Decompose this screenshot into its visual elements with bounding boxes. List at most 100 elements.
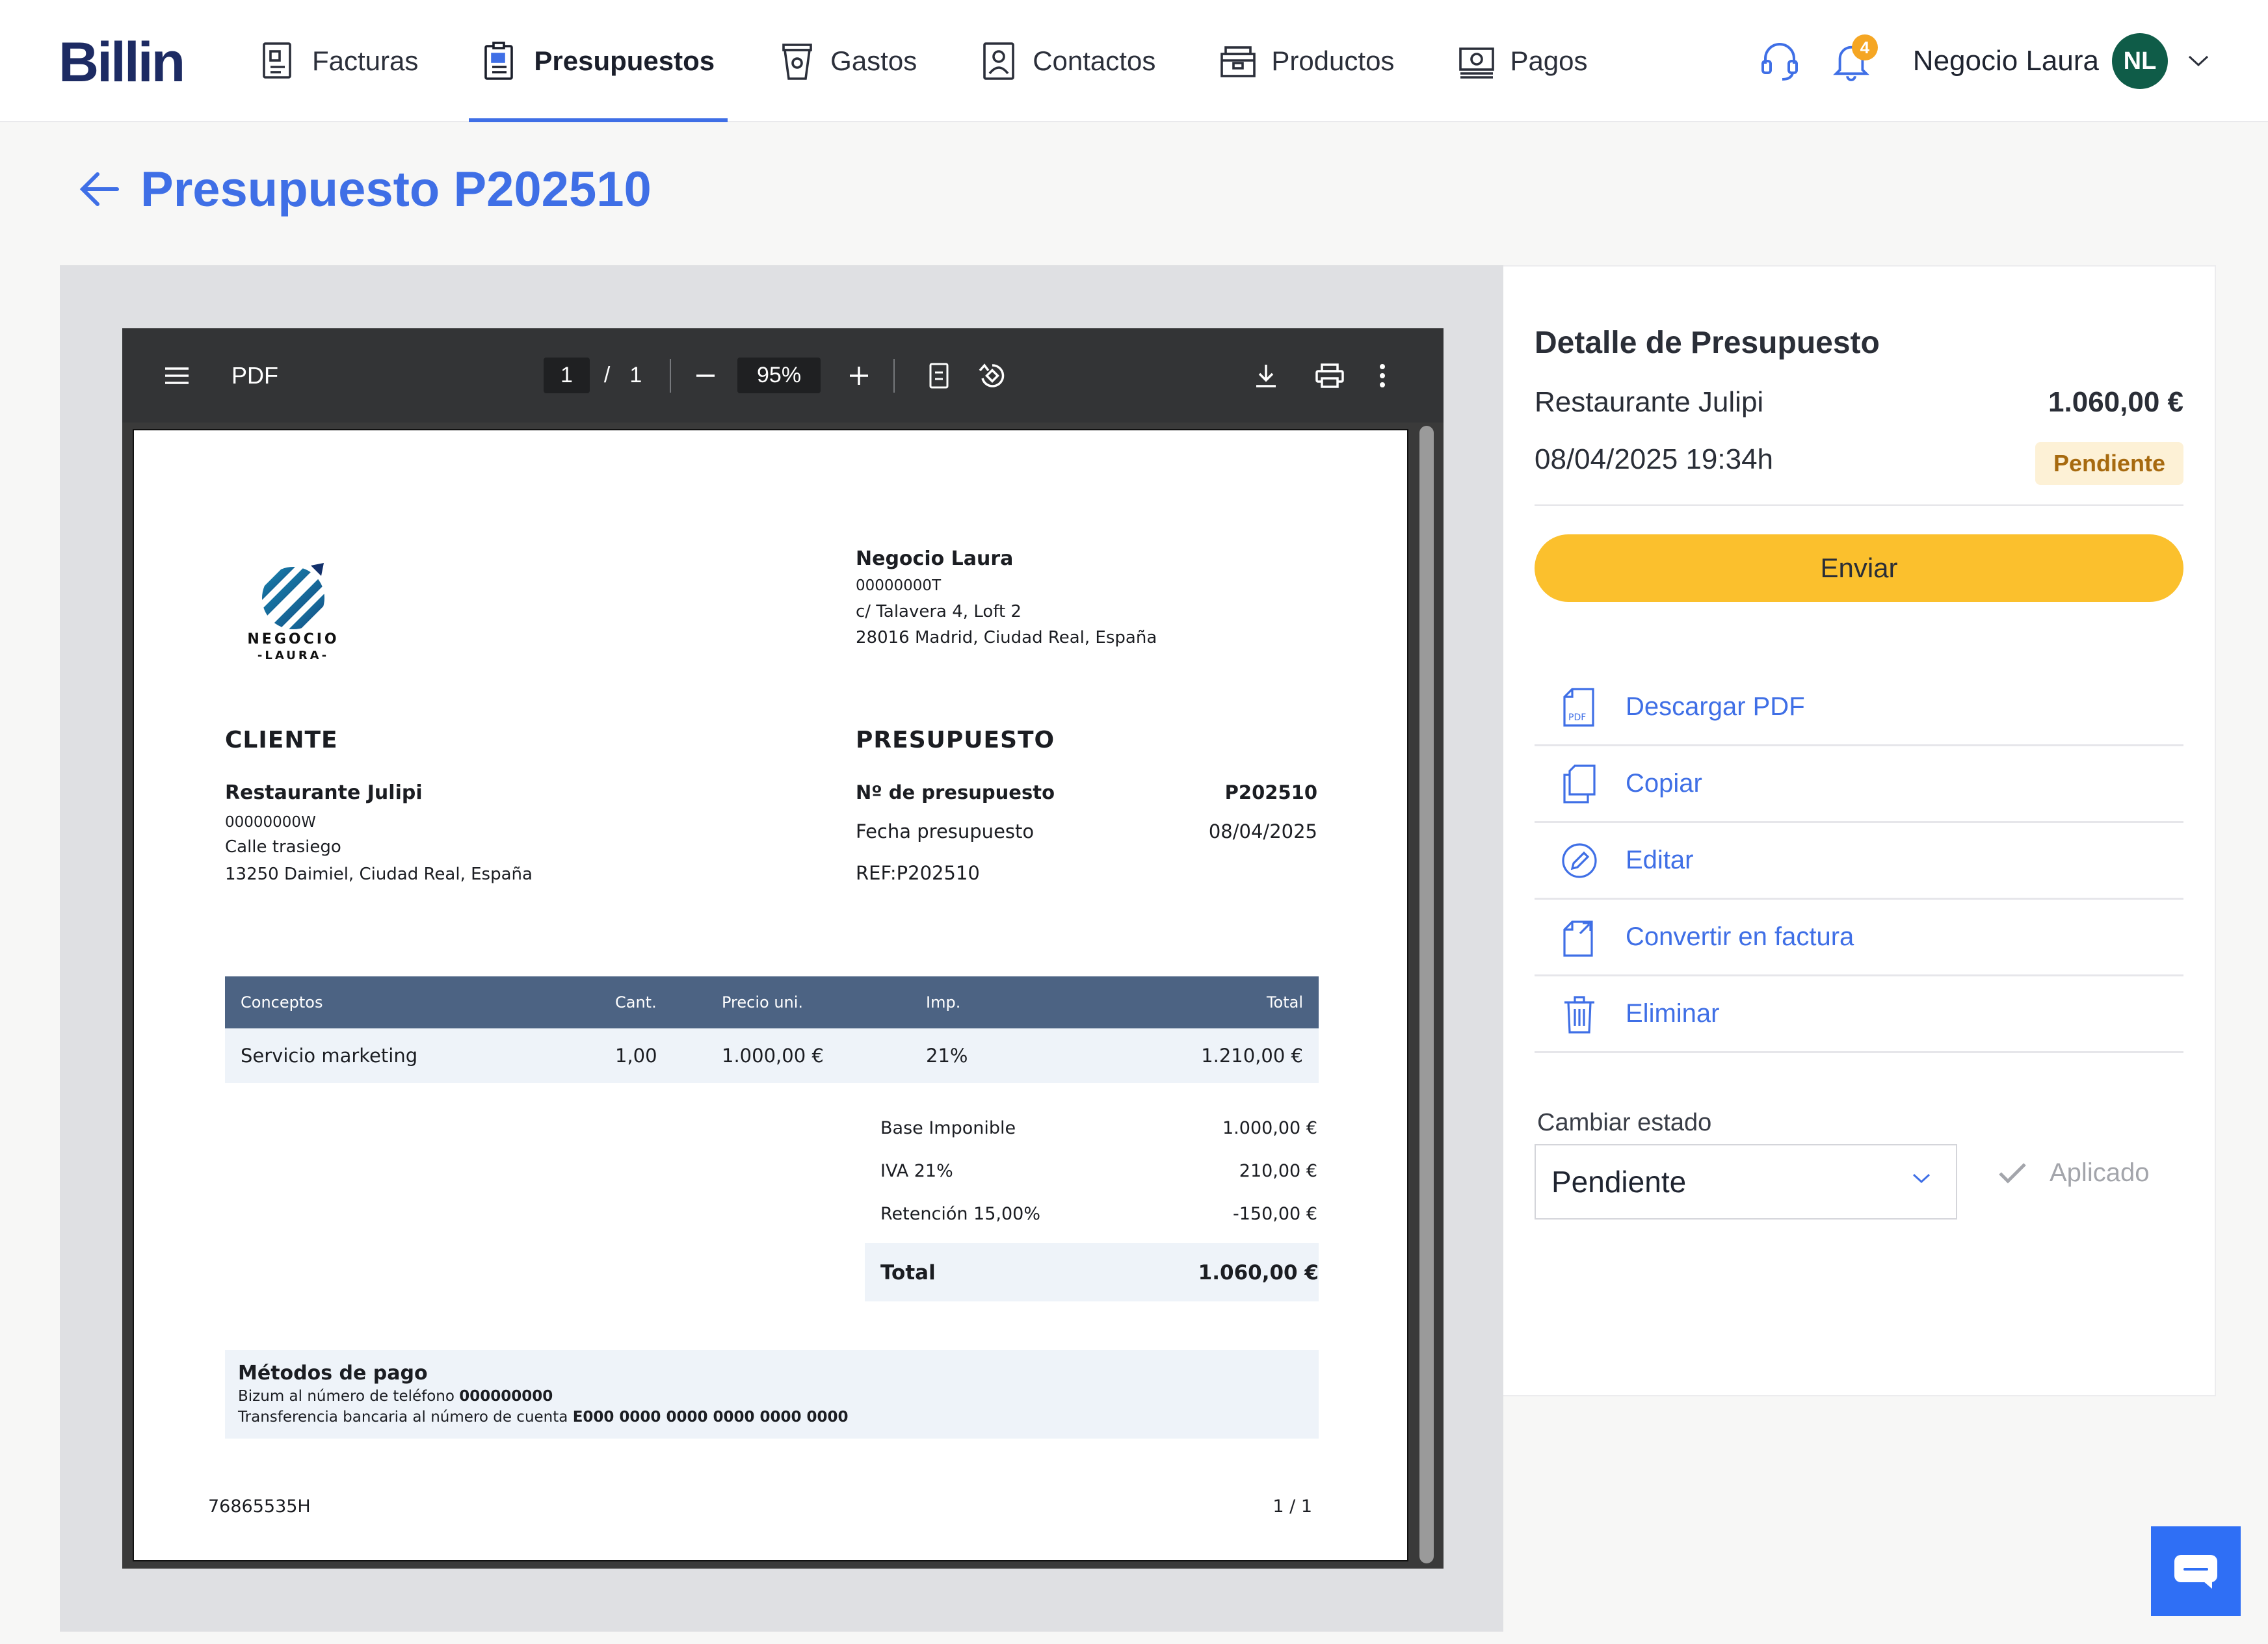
budget-number: P202510: [1224, 781, 1317, 803]
edit-action[interactable]: Editar: [1535, 823, 2183, 900]
notification-count-badge: 4: [1851, 34, 1878, 60]
rotate-icon: [979, 363, 1005, 387]
action-label: Convertir en factura: [1626, 922, 1854, 951]
pdf-scrollbar[interactable]: [1419, 426, 1434, 1563]
pdf-download-button[interactable]: [1254, 328, 1278, 423]
rotate-button[interactable]: [978, 328, 1007, 423]
column-header: Imp.: [926, 993, 961, 1011]
main-menu: Facturas Presupuestos Gastos Contactos P…: [247, 0, 1639, 122]
edit-pencil-icon: [1562, 842, 1597, 878]
page-title: Presupuesto P202510: [140, 162, 652, 217]
actions-list: PDF Descargar PDF Copiar Editar Converti…: [1535, 670, 2183, 1053]
zoom-in-button[interactable]: [848, 328, 870, 423]
send-button[interactable]: Enviar: [1535, 534, 2183, 602]
panel-client-row: Restaurante Julipi 1.060,00 €: [1535, 386, 2183, 419]
nav-item-gastos[interactable]: Gastos: [765, 0, 930, 122]
table-header: Conceptos Cant. Precio uni. Imp. Total: [225, 976, 1319, 1028]
contact-icon: [983, 42, 1015, 80]
billin-logo[interactable]: Billin: [59, 31, 185, 94]
download-pdf-action[interactable]: PDF Descargar PDF: [1535, 670, 2183, 746]
nav-item-pagos[interactable]: Pagos: [1445, 0, 1600, 122]
pdf-page: NEGOCIO -LAURA- Negocio Laura 00000000T …: [133, 429, 1408, 1561]
client-address: Calle trasiego: [225, 837, 341, 857]
budget-icon: [484, 42, 514, 80]
budget-heading: PRESUPUESTO: [856, 727, 1055, 753]
pdf-toolbar: PDF 1 / 1 95%: [122, 328, 1444, 423]
table-cell: 1,00: [615, 1045, 657, 1067]
payment-label: Bizum al número de teléfono: [238, 1388, 455, 1405]
summary-value: -150,00 €: [1233, 1204, 1317, 1224]
notifications-button[interactable]: 4: [1828, 34, 1878, 84]
nav-label: Pagos: [1510, 46, 1588, 76]
pdf-print-button[interactable]: [1315, 328, 1345, 423]
company-address: c/ Talavera 4, Loft 2: [856, 602, 1022, 621]
budget-date-label: Fecha presupuesto: [856, 820, 1035, 842]
copy-action[interactable]: Copiar: [1535, 746, 2183, 823]
budget-reference: REF:P202510: [856, 862, 980, 884]
budget-detail-panel: Detalle de Presupuesto Restaurante Julip…: [1503, 265, 2216, 1396]
nav-item-facturas[interactable]: Facturas: [247, 0, 431, 122]
top-navigation: Billin Facturas Presupuestos Gastos Cont…: [0, 0, 2268, 122]
total-box: Total 1.060,00 €: [865, 1243, 1319, 1301]
nav-label: Gastos: [830, 46, 917, 76]
back-arrow-icon[interactable]: [77, 166, 122, 212]
logo-text-2: -LAURA-: [257, 649, 329, 662]
nav-label: Contactos: [1033, 46, 1156, 76]
nav-item-productos[interactable]: Productos: [1206, 0, 1407, 122]
printer-icon: [1315, 363, 1344, 388]
chevron-down-icon: [1912, 1173, 1931, 1184]
column-header: Total: [1266, 993, 1303, 1011]
pdf-title: PDF: [231, 361, 278, 389]
apply-button[interactable]: Aplicado: [1998, 1158, 2149, 1188]
action-label: Descargar PDF: [1626, 692, 1805, 721]
client-name: Restaurante Julipi: [225, 781, 423, 804]
company-name: Negocio Laura: [856, 547, 1014, 570]
budget-number-label: Nº de presupuesto: [856, 781, 1055, 803]
column-header: Precio uni.: [722, 993, 804, 1011]
chat-bubble-icon: [2174, 1555, 2217, 1589]
column-header: Conceptos: [241, 993, 323, 1011]
nav-item-contactos[interactable]: Contactos: [968, 0, 1168, 122]
panel-amount: 1.060,00 €: [2048, 386, 2183, 418]
svg-text:PDF: PDF: [1568, 712, 1586, 723]
total-value: 1.060,00 €: [1198, 1261, 1319, 1285]
zoom-out-button[interactable]: [694, 328, 717, 423]
download-icon: [1256, 364, 1276, 387]
divider: [1535, 504, 2183, 506]
nav-item-presupuestos[interactable]: Presupuestos: [469, 0, 728, 122]
nav-label: Facturas: [312, 46, 419, 76]
chevron-down-icon[interactable]: [2187, 55, 2209, 68]
delete-action[interactable]: Eliminar: [1535, 976, 2183, 1053]
convert-to-invoice-action[interactable]: Convertir en factura: [1535, 900, 2183, 976]
action-label: Copiar: [1626, 769, 1702, 798]
user-name[interactable]: Negocio Laura: [1913, 45, 2099, 77]
column-header: Cant.: [615, 993, 657, 1011]
avatar[interactable]: NL: [2112, 33, 2168, 89]
payment-label: Transferencia bancaria al número de cuen…: [238, 1409, 568, 1426]
state-select[interactable]: Pendiente: [1535, 1144, 1957, 1220]
summary-value: 210,00 €: [1239, 1161, 1317, 1181]
pdf-menu-button[interactable]: [164, 328, 190, 423]
minus-icon: [696, 374, 715, 377]
fit-page-button[interactable]: [929, 328, 949, 423]
fit-page-icon: [929, 363, 949, 388]
checkmark-icon: [1999, 1162, 2026, 1184]
action-label: Eliminar: [1626, 999, 1720, 1028]
company-tax-id: 00000000T: [856, 577, 942, 594]
footer-id: 76865535H: [208, 1496, 311, 1517]
pdf-more-button[interactable]: [1378, 328, 1386, 423]
convert-icon: [1563, 920, 1593, 957]
status-badge: Pendiente: [2035, 442, 2183, 485]
budget-date: 08/04/2025: [1208, 820, 1317, 842]
total-label: Total: [880, 1261, 936, 1285]
items-table: Conceptos Cant. Precio uni. Imp. Total S…: [225, 976, 1319, 1083]
support-button[interactable]: [1757, 38, 1802, 84]
pdf-page-separator: /: [603, 363, 611, 387]
zoom-level[interactable]: 95%: [737, 358, 821, 393]
pdf-page-input[interactable]: 1: [544, 358, 590, 393]
more-vertical-icon: [1380, 363, 1385, 387]
pdf-total-pages: 1: [629, 363, 642, 387]
user-area: 4 Negocio Laura NL: [1757, 0, 2209, 122]
summary-label: Retención 15,00%: [880, 1204, 1040, 1224]
chat-button[interactable]: [2151, 1526, 2241, 1616]
